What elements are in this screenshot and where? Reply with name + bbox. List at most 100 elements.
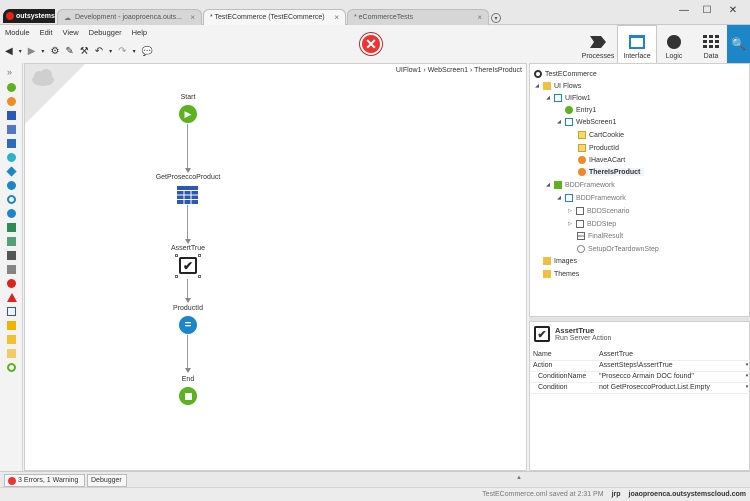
- execute-action-tool-icon[interactable]: [7, 139, 16, 148]
- selection-handle[interactable]: [198, 275, 201, 278]
- tab-logic[interactable]: Logic: [654, 25, 694, 63]
- tree-item-thereisproduct-selected[interactable]: ThereIsProduct: [578, 168, 645, 176]
- tree-item-cartcookie[interactable]: CartCookie: [578, 131, 624, 139]
- menu-edit[interactable]: Edit: [40, 28, 53, 37]
- dropdown-arrow-icon[interactable]: ▾: [743, 362, 750, 371]
- start-tool-icon[interactable]: [7, 83, 16, 92]
- tree-item-ihaveacart[interactable]: IHaveACart: [578, 156, 625, 164]
- destination-tool-icon[interactable]: [7, 265, 16, 274]
- settings-icon[interactable]: ⚙: [50, 46, 59, 57]
- expand-icon[interactable]: ◢: [545, 95, 551, 101]
- sql-tool-icon[interactable]: [7, 125, 16, 134]
- close-window-icon[interactable]: ✕: [724, 3, 742, 17]
- aggregate-tool-icon[interactable]: [7, 111, 16, 120]
- selection-handle[interactable]: [198, 254, 201, 257]
- property-row-condition[interactable]: Condition not GetProseccoProduct.List.Emp…: [530, 384, 750, 394]
- back-dropdown-icon[interactable]: ▾: [19, 48, 22, 55]
- assign-tool-icon[interactable]: [7, 209, 16, 218]
- tree-item-entry1[interactable]: Entry1: [565, 106, 596, 114]
- menu-debugger[interactable]: Debugger: [89, 28, 122, 37]
- undo-icon[interactable]: ↶: [95, 46, 103, 57]
- property-row-action[interactable]: Action AssertSteps\AssertTrue ▾: [530, 362, 750, 372]
- maximize-icon[interactable]: ☐: [698, 3, 716, 17]
- expand-palette-icon[interactable]: »: [7, 67, 16, 77]
- selection-handle[interactable]: [175, 275, 178, 278]
- menu-help[interactable]: Help: [132, 28, 147, 37]
- undo-dropdown-icon[interactable]: ▾: [109, 48, 112, 55]
- collapse-panel-icon[interactable]: ▲: [516, 475, 522, 481]
- collapsed-icon[interactable]: ▷: [567, 208, 573, 214]
- tab-ecommercetests[interactable]: * eCommerceTests ×: [347, 9, 489, 25]
- dropdown-arrow-icon[interactable]: ▾: [743, 384, 750, 393]
- close-tab-icon[interactable]: ×: [190, 13, 195, 22]
- exception-handler-tool-icon[interactable]: [7, 293, 17, 302]
- property-row-name[interactable]: Name AssertTrue: [530, 351, 750, 361]
- raise-exception-tool-icon[interactable]: [7, 279, 16, 288]
- tab-errors[interactable]: 3 Errors, 1 Warning: [4, 474, 85, 487]
- tab-debugger[interactable]: Debugger: [87, 474, 127, 487]
- collapsed-icon[interactable]: ▷: [567, 221, 573, 227]
- search-icon[interactable]: 🔍: [727, 25, 750, 63]
- compare-icon[interactable]: ⚒: [80, 46, 89, 57]
- tree-item-webscreen1[interactable]: ◢ WebScreen1: [556, 118, 616, 126]
- tab-testecommerce[interactable]: * TestECommerce (TestECommerce) ×: [203, 9, 346, 25]
- publish-error-icon[interactable]: ✕: [360, 33, 382, 55]
- json-serialize-tool-icon[interactable]: [7, 307, 16, 316]
- download-tool-icon[interactable]: [7, 251, 16, 260]
- assign-node[interactable]: =: [179, 316, 197, 334]
- expand-icon[interactable]: ◢: [545, 182, 551, 188]
- debug-icon[interactable]: ✎: [65, 46, 73, 57]
- expand-icon[interactable]: ◢: [534, 83, 540, 89]
- minimize-icon[interactable]: —: [675, 3, 693, 17]
- tree-item-ui-flows[interactable]: ◢ UI Flows: [534, 82, 581, 90]
- server-name[interactable]: joaoproenca.outsystemscloud.com: [629, 491, 746, 498]
- input-parameter-tool-icon[interactable]: [7, 97, 16, 106]
- property-value[interactable]: AssertTrue: [596, 351, 750, 360]
- forward-icon[interactable]: ▶: [28, 46, 36, 57]
- tab-data[interactable]: Data: [691, 25, 731, 63]
- forward-dropdown-icon[interactable]: ▾: [41, 48, 44, 55]
- folder-tool-icon[interactable]: [7, 349, 16, 358]
- aggregate-node[interactable]: [177, 186, 198, 204]
- close-tab-icon[interactable]: ×: [477, 13, 482, 22]
- tree-item-images[interactable]: Images: [543, 257, 577, 265]
- tree-item-finalresult[interactable]: RES FinalResult: [577, 232, 623, 240]
- record-list-to-excel-tool-icon[interactable]: [7, 223, 16, 232]
- menu-view[interactable]: View: [63, 28, 79, 37]
- tree-item-setuporteardownstep[interactable]: SetupOrTeardownStep: [577, 245, 659, 253]
- end-tool-icon[interactable]: [7, 363, 16, 372]
- redo-dropdown-icon[interactable]: ▾: [133, 48, 136, 55]
- selection-handle[interactable]: [175, 254, 178, 257]
- tab-development-environment[interactable]: ☁ Development - joaoproenca.outs... ×: [57, 9, 202, 25]
- back-icon[interactable]: ◀: [5, 46, 13, 57]
- property-value[interactable]: "Prosecco Armain DOC found": [596, 373, 743, 382]
- dropdown-arrow-icon[interactable]: ▾: [743, 373, 750, 382]
- switch-tool-icon[interactable]: [7, 181, 16, 190]
- close-tab-icon[interactable]: ×: [334, 13, 339, 22]
- tree-item-bddframework[interactable]: ◢ BDDFramework: [556, 194, 626, 202]
- tree-item-bddscenario[interactable]: ▷ BDDScenario: [567, 207, 629, 215]
- if-tool-icon[interactable]: [6, 166, 17, 177]
- assert-node-selected[interactable]: ✔: [175, 254, 201, 278]
- tree-item-productid[interactable]: ProductId: [578, 144, 619, 152]
- for-each-tool-icon[interactable]: [7, 195, 16, 204]
- comment-tool-icon[interactable]: [7, 321, 16, 330]
- expand-icon[interactable]: ◢: [556, 195, 562, 201]
- property-value[interactable]: AssertSteps\AssertTrue: [596, 362, 743, 371]
- note-tool-icon[interactable]: [7, 335, 16, 344]
- property-row-conditionname[interactable]: ConditionName "Prosecco Armain DOC found"…: [530, 373, 750, 383]
- refresh-data-tool-icon[interactable]: [7, 153, 16, 162]
- tree-item-uiflow1[interactable]: ◢ UIFlow1: [545, 94, 591, 102]
- tree-item-bddframework-reference[interactable]: ◢ BDDFramework: [545, 181, 615, 189]
- tab-interface[interactable]: Interface: [617, 25, 657, 63]
- tab-menu-icon[interactable]: ▾: [491, 13, 501, 23]
- expand-icon[interactable]: ◢: [556, 119, 562, 125]
- tree-item-module[interactable]: TestECommerce: [534, 70, 597, 78]
- tab-processes[interactable]: Processes: [578, 25, 618, 63]
- property-value[interactable]: not GetProseccoProduct.List.Empty: [596, 384, 743, 393]
- breadcrumb[interactable]: UIFlow1 › WebScreen1 › ThereIsProduct: [396, 67, 522, 74]
- tree-item-bddstep[interactable]: ▷ BDDStep: [567, 220, 616, 228]
- end-node[interactable]: [179, 387, 197, 405]
- comments-icon[interactable]: 💬: [142, 46, 153, 57]
- excel-to-record-list-tool-icon[interactable]: [7, 237, 16, 246]
